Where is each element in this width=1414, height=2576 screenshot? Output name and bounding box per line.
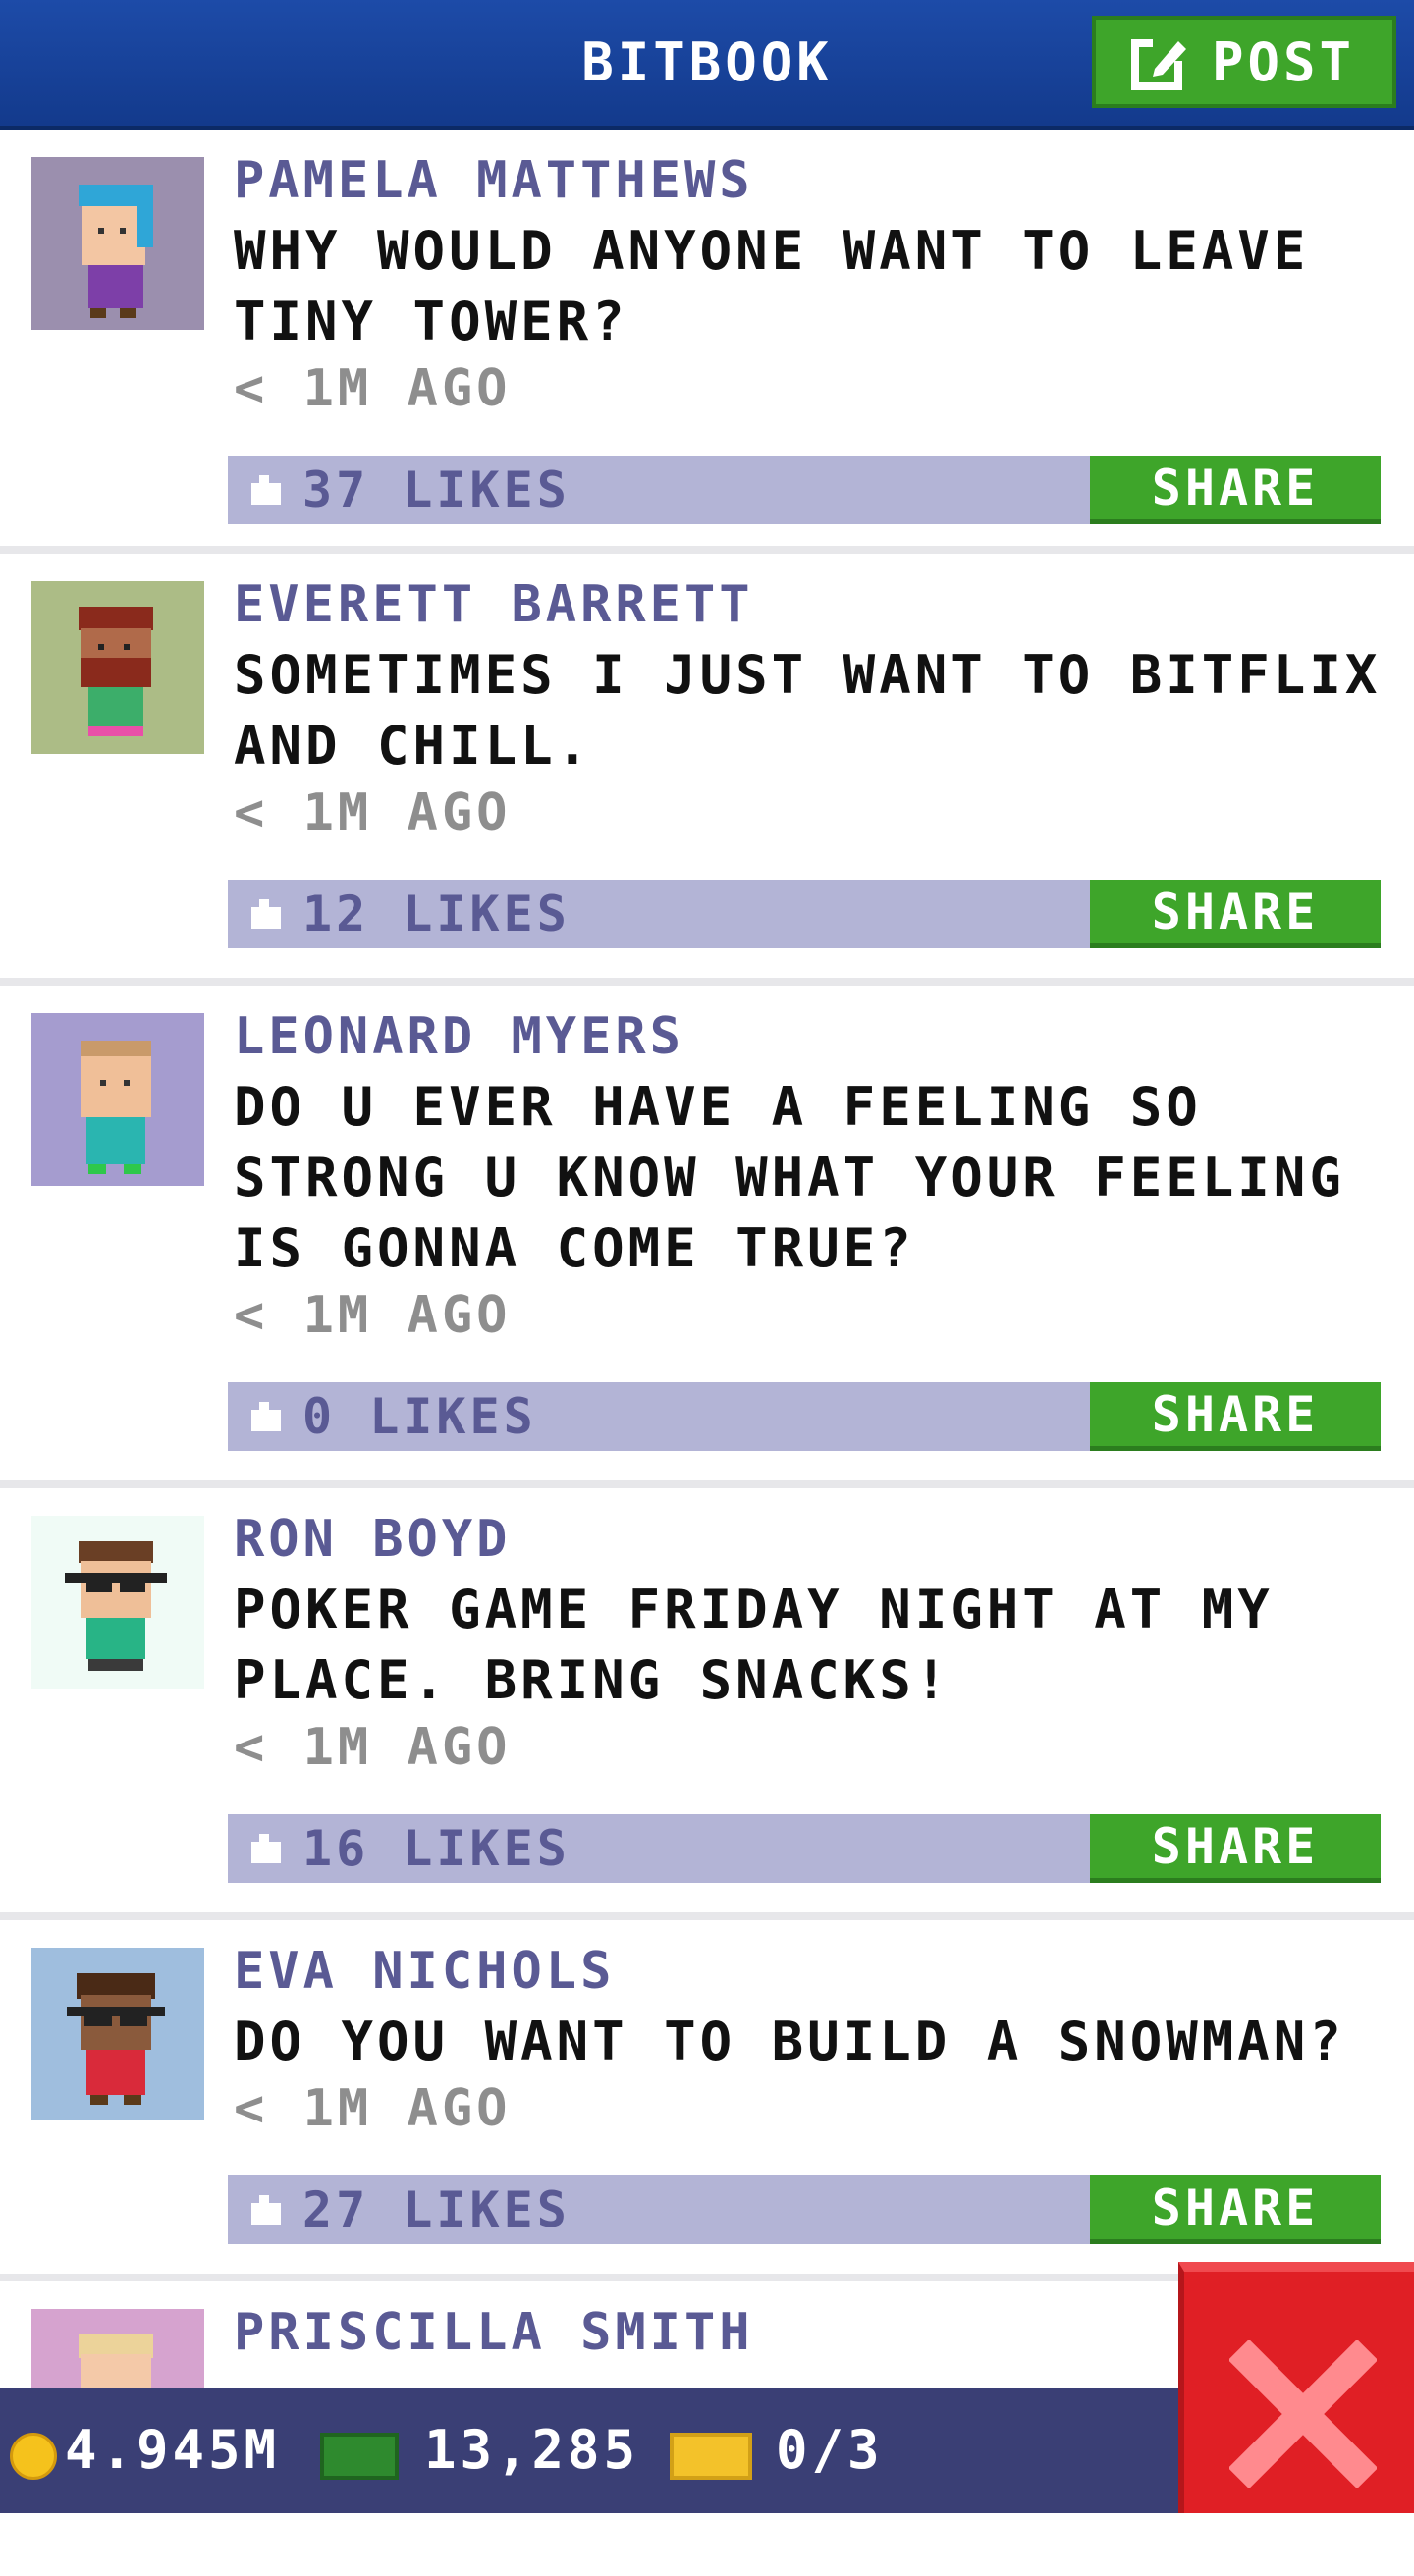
top-bar: BITBOOK POST [0, 0, 1414, 130]
close-icon [1229, 2340, 1377, 2488]
thumbs-up-icon[interactable] [245, 1390, 289, 1443]
author-name[interactable]: PRISCILLA SMITH [234, 2301, 754, 2364]
share-button[interactable]: SHARE [1090, 456, 1381, 524]
like-count: 27 LIKES [302, 2181, 571, 2238]
author-name[interactable]: LEONARD MYERS [234, 1005, 684, 1068]
post-button-label: POST [1212, 30, 1356, 93]
avatar [31, 1013, 204, 1186]
coin-icon [10, 2433, 57, 2480]
bux-icon [320, 2433, 399, 2480]
avatar [31, 1948, 204, 2120]
list-item: PAMELA MATTHEWS WHY WOULD ANYONE WANT TO… [0, 130, 1414, 554]
ticket-count: 0/3 [776, 2419, 884, 2481]
coin-count: 4.945M [65, 2419, 281, 2481]
share-button[interactable]: SHARE [1090, 2175, 1381, 2244]
list-item: RON BOYD POKER GAME FRIDAY NIGHT AT MY P… [0, 1488, 1414, 1920]
author-name[interactable]: EVA NICHOLS [234, 1940, 615, 2003]
post-time: < 1M AGO [234, 359, 512, 418]
post-message: WHY WOULD ANYONE WANT TO LEAVE TINY TOWE… [234, 220, 1310, 352]
author-name[interactable]: PAMELA MATTHEWS [234, 149, 754, 212]
like-count: 12 LIKES [302, 886, 571, 942]
thumbs-up-icon[interactable] [245, 2183, 289, 2236]
thumbs-up-icon[interactable] [245, 463, 289, 516]
like-bar: 27 LIKES SHARE [228, 2175, 1381, 2244]
post-message: DO YOU WANT TO BUILD A SNOWMAN? [234, 2011, 1345, 2072]
bux-count: 13,285 [424, 2419, 640, 2481]
post-time: < 1M AGO [234, 2079, 512, 2138]
post-message: SOMETIMES I JUST WANT TO BITFLIX AND CHI… [234, 644, 1382, 777]
share-button[interactable]: SHARE [1090, 1814, 1381, 1883]
close-button[interactable] [1178, 2262, 1414, 2513]
post-time: < 1M AGO [234, 783, 512, 842]
ticket-icon [670, 2433, 752, 2480]
post-button[interactable]: POST [1092, 16, 1396, 108]
avatar [31, 581, 204, 754]
share-button[interactable]: SHARE [1090, 880, 1381, 948]
post-message: DO U EVER HAVE A FEELING SO STRONG U KNO… [234, 1076, 1345, 1279]
thumbs-up-icon[interactable] [245, 887, 289, 940]
like-count: 16 LIKES [302, 1820, 571, 1877]
like-count: 0 LIKES [302, 1388, 537, 1445]
author-name[interactable]: RON BOYD [234, 1508, 511, 1571]
post-message: POKER GAME FRIDAY NIGHT AT MY PLACE. BRI… [234, 1579, 1274, 1711]
avatar [31, 1516, 204, 1689]
feed: PAMELA MATTHEWS WHY WOULD ANYONE WANT TO… [0, 130, 1414, 2576]
list-item: EVERETT BARRETT SOMETIMES I JUST WANT TO… [0, 554, 1414, 986]
post-time: < 1M AGO [234, 1718, 512, 1777]
share-button[interactable]: SHARE [1090, 1382, 1381, 1451]
edit-icon [1131, 31, 1190, 90]
list-item: LEONARD MYERS DO U EVER HAVE A FEELING S… [0, 986, 1414, 1488]
thumbs-up-icon[interactable] [245, 1822, 289, 1875]
like-count: 37 LIKES [302, 461, 571, 518]
list-item: EVA NICHOLS DO YOU WANT TO BUILD A SNOWM… [0, 1920, 1414, 2281]
avatar [31, 157, 204, 330]
post-time: < 1M AGO [234, 1286, 512, 1345]
like-bar: 12 LIKES SHARE [228, 880, 1381, 948]
like-bar: 37 LIKES SHARE [228, 456, 1381, 524]
like-bar: 0 LIKES SHARE [228, 1382, 1381, 1451]
author-name[interactable]: EVERETT BARRETT [234, 573, 754, 636]
like-bar: 16 LIKES SHARE [228, 1814, 1381, 1883]
